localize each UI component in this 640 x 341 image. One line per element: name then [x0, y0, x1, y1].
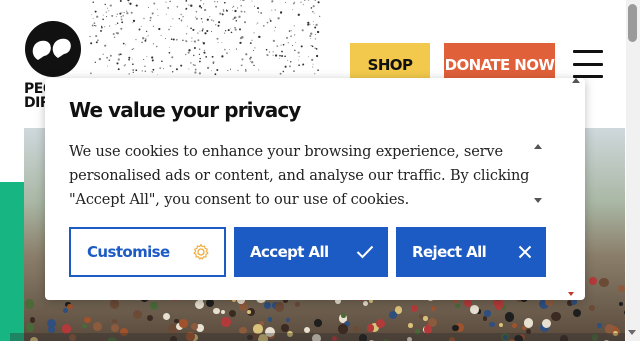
checkmark-icon — [356, 245, 374, 259]
close-icon — [518, 245, 532, 259]
green-accent-stripe — [0, 182, 24, 341]
page-scrollbar-track[interactable] — [626, 0, 640, 341]
reject-all-button-label: Reject All — [412, 243, 487, 261]
hamburger-menu-icon[interactable] — [573, 50, 603, 78]
gear-icon — [193, 243, 209, 260]
accept-all-button-label: Accept All — [250, 243, 329, 261]
scroll-down-arrow-icon[interactable] — [628, 330, 636, 335]
cookie-dialog-title: We value your privacy — [69, 98, 301, 122]
dialog-scroll-down-marker-icon — [568, 292, 574, 296]
cookie-description: We use cookies to enhance your browsing … — [69, 144, 530, 208]
page-scrollbar-thumb[interactable] — [628, 4, 637, 42]
text-scroll-down-arrow-icon[interactable] — [534, 198, 542, 203]
cookie-text-scroll-area[interactable]: We use cookies to enhance your browsing … — [69, 140, 545, 210]
bottom-edge-bar — [10, 333, 625, 341]
reject-all-button[interactable]: Reject All — [396, 227, 546, 277]
customise-button-label: Customise — [87, 243, 170, 261]
customise-button[interactable]: Customise — [69, 227, 226, 277]
accept-all-button[interactable]: Accept All — [234, 227, 388, 277]
dialog-scroll-up-arrow-icon[interactable] — [572, 78, 580, 83]
text-scroll-up-arrow-icon[interactable] — [534, 144, 542, 149]
cookie-consent-dialog: We value your privacy We use cookies to … — [45, 78, 585, 300]
two-circles-logo-icon[interactable] — [24, 20, 84, 78]
